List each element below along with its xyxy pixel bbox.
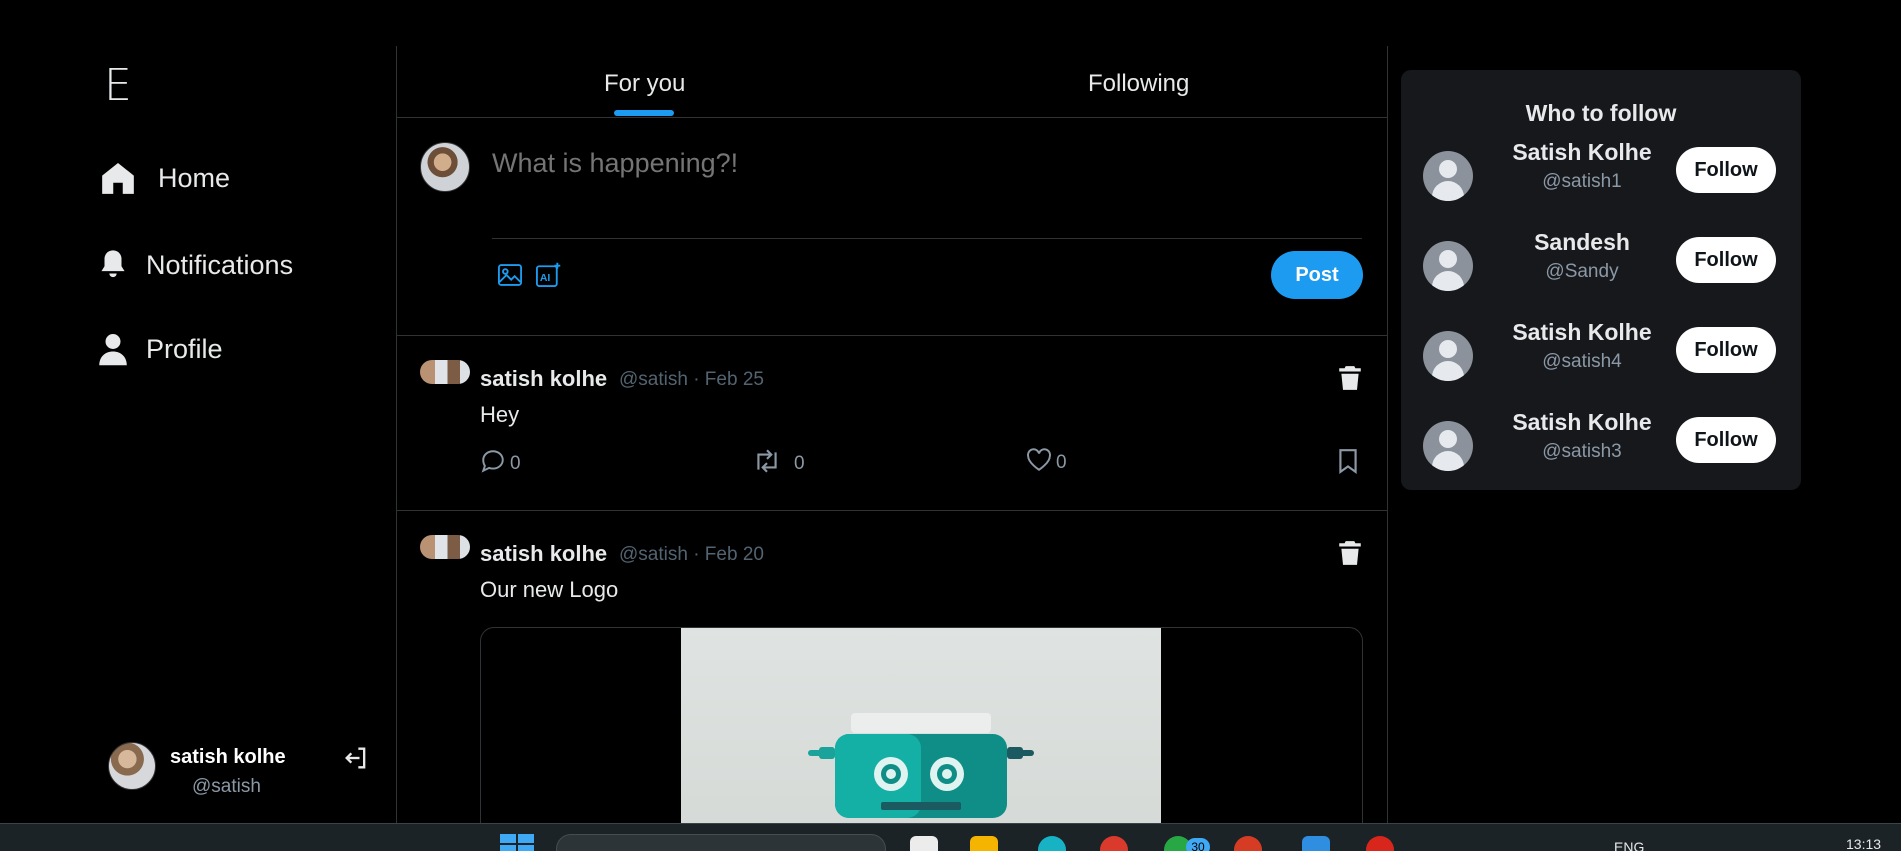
edge-icon[interactable] bbox=[1038, 836, 1066, 851]
tweet-meta: @satish · Feb 20 bbox=[619, 544, 764, 565]
folder-icon[interactable] bbox=[970, 836, 998, 851]
avatar bbox=[420, 535, 470, 559]
user-name[interactable]: Satish Kolhe bbox=[1489, 409, 1675, 436]
tweet[interactable]: satish kolhe @satish · Feb 20 Our new Lo… bbox=[397, 511, 1387, 823]
home-icon bbox=[98, 158, 138, 198]
user-name[interactable]: Satish Kolhe bbox=[1489, 139, 1675, 166]
like-button[interactable]: 0 bbox=[1026, 448, 1067, 478]
account-name: satish kolhe bbox=[170, 746, 286, 768]
avatar[interactable] bbox=[1423, 151, 1473, 201]
tweet-composer: AI Post bbox=[397, 118, 1387, 336]
image-icon[interactable] bbox=[493, 258, 527, 292]
tab-following[interactable]: Following bbox=[1088, 70, 1189, 98]
heart-icon bbox=[1026, 448, 1052, 478]
nav-item-profile[interactable]: Profile bbox=[98, 329, 223, 369]
follow-button[interactable]: Follow bbox=[1676, 237, 1776, 283]
language-indicator[interactable]: ENG bbox=[1614, 839, 1644, 851]
divider bbox=[492, 238, 1362, 239]
avatar[interactable] bbox=[1423, 331, 1473, 381]
bookmark-icon[interactable] bbox=[1337, 448, 1359, 474]
reply-icon bbox=[480, 448, 506, 480]
user-handle: @satish3 bbox=[1542, 441, 1622, 462]
trash-icon[interactable] bbox=[1337, 539, 1367, 569]
compose-input[interactable] bbox=[492, 148, 1362, 179]
app-icon[interactable] bbox=[1234, 836, 1262, 851]
active-tab-indicator bbox=[614, 110, 674, 116]
follow-button[interactable]: Follow bbox=[1676, 147, 1776, 193]
tweet-meta: @satish · Feb 25 bbox=[619, 369, 764, 390]
chrome-icon[interactable] bbox=[1100, 836, 1128, 851]
nav-item-label: Home bbox=[158, 162, 231, 193]
logo-image bbox=[681, 628, 1161, 823]
avatar[interactable] bbox=[1423, 241, 1473, 291]
left-sidebar: E Home Notifications Profile satish kolh… bbox=[0, 0, 396, 823]
divider bbox=[1387, 46, 1388, 823]
suggested-user: Satish Kolhe @satish3 Follow bbox=[1401, 407, 1801, 487]
account-handle: @satish bbox=[192, 776, 261, 797]
vscode-icon[interactable] bbox=[1302, 836, 1330, 851]
like-count: 0 bbox=[1056, 452, 1067, 473]
follow-button[interactable]: Follow bbox=[1676, 327, 1776, 373]
tweet-text: Hey bbox=[480, 402, 520, 427]
nav-item-home[interactable]: Home bbox=[98, 158, 230, 198]
panel-title: Who to follow bbox=[1525, 100, 1677, 126]
feed-tabs: For you Following bbox=[397, 46, 1387, 118]
taskbar-search[interactable] bbox=[556, 834, 886, 851]
reply-count: 0 bbox=[510, 453, 521, 474]
notification-badge: 30 bbox=[1186, 838, 1210, 851]
avatar[interactable] bbox=[1423, 421, 1473, 471]
svg-text:AI: AI bbox=[540, 272, 551, 284]
retweet-count: 0 bbox=[794, 453, 805, 474]
suggested-user: Satish Kolhe @satish4 Follow bbox=[1401, 317, 1801, 397]
avatar bbox=[420, 360, 470, 384]
os-taskbar: 30 ENG 13:13 bbox=[0, 823, 1901, 851]
user-handle: @satish1 bbox=[1542, 171, 1622, 192]
user-name[interactable]: Sandesh bbox=[1489, 229, 1675, 256]
avatar bbox=[420, 142, 470, 192]
logout-icon[interactable] bbox=[342, 744, 372, 774]
suggested-user: Satish Kolhe @satish1 Follow bbox=[1401, 137, 1801, 217]
app-icon[interactable] bbox=[1366, 836, 1394, 851]
tab-for-you[interactable]: For you bbox=[604, 70, 685, 98]
user-handle: @Sandy bbox=[1545, 261, 1619, 282]
suggested-user: Sandesh @Sandy Follow bbox=[1401, 227, 1801, 307]
tweet-text: Our new Logo bbox=[480, 577, 619, 602]
avatar bbox=[108, 742, 156, 790]
user-name[interactable]: Satish Kolhe bbox=[1489, 319, 1675, 346]
user-handle: @satish4 bbox=[1542, 351, 1622, 372]
who-to-follow-panel: Who to follow Satish Kolhe @satish1 Foll… bbox=[1401, 70, 1801, 490]
clock[interactable]: 13:13 bbox=[1846, 836, 1881, 851]
ai-image-icon[interactable]: AI bbox=[531, 258, 565, 292]
tweet-author-name[interactable]: satish kolhe bbox=[480, 541, 607, 567]
nav-item-notifications[interactable]: Notifications bbox=[98, 245, 293, 285]
nav-item-label: Notifications bbox=[146, 249, 294, 280]
reply-button[interactable]: 0 bbox=[480, 448, 521, 480]
tweet[interactable]: satish kolhe @satish · Feb 25 Hey 0 0 0 bbox=[397, 336, 1387, 511]
retweet-icon bbox=[752, 448, 782, 480]
bell-icon bbox=[98, 245, 128, 285]
follow-button[interactable]: Follow bbox=[1676, 417, 1776, 463]
account-switcher[interactable]: satish kolhe @satish bbox=[108, 740, 378, 797]
trash-icon[interactable] bbox=[1337, 364, 1367, 394]
retweet-button[interactable]: 0 bbox=[752, 448, 805, 480]
user-icon bbox=[98, 329, 128, 369]
nav-item-label: Profile bbox=[146, 333, 223, 364]
notepad-icon[interactable] bbox=[910, 836, 938, 851]
app-logo[interactable]: E bbox=[104, 60, 132, 111]
windows-start-icon[interactable] bbox=[500, 834, 534, 851]
main-feed: For you Following AI Post satish kolhe @… bbox=[397, 46, 1387, 823]
tweet-author-name[interactable]: satish kolhe bbox=[480, 366, 607, 392]
tweet-media[interactable] bbox=[480, 627, 1363, 823]
post-button[interactable]: Post bbox=[1271, 251, 1363, 299]
